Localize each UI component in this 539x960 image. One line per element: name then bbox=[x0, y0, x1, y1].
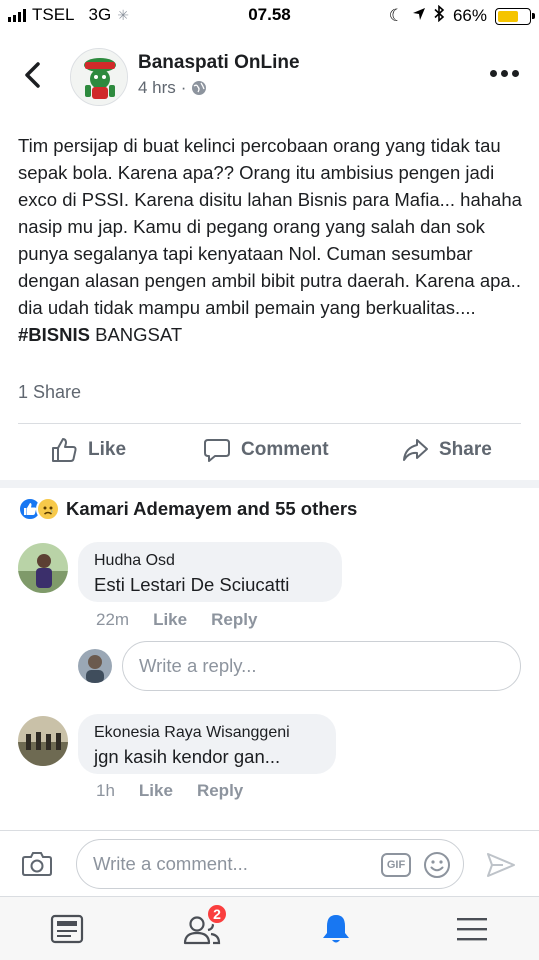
commenter-avatar[interactable] bbox=[18, 543, 68, 593]
share-arrow-icon bbox=[403, 439, 428, 461]
comment-placeholder: Write a comment... bbox=[93, 853, 248, 874]
reply-input[interactable]: Write a reply... bbox=[122, 641, 521, 691]
page-name[interactable]: Banaspati OnLine bbox=[138, 52, 300, 74]
post-meta: 4 hrs · bbox=[138, 78, 207, 98]
comment-text: Esti Lestari De Sciucatti bbox=[94, 574, 290, 595]
camera-icon[interactable] bbox=[22, 851, 52, 877]
commenter-avatar[interactable] bbox=[18, 716, 68, 766]
bluetooth-icon bbox=[434, 4, 445, 27]
section-separator bbox=[0, 480, 539, 488]
like-label: Like bbox=[88, 439, 127, 460]
hamburger-menu-icon bbox=[457, 918, 487, 941]
battery-level-fill bbox=[498, 10, 518, 22]
comment-time: 22m bbox=[96, 610, 130, 629]
post-time[interactable]: 4 hrs bbox=[138, 78, 176, 98]
share-count[interactable]: 1 Share bbox=[18, 382, 81, 403]
tab-notifications[interactable] bbox=[316, 911, 356, 947]
comment-label: Comment bbox=[241, 439, 329, 460]
bottom-tab-bar: 2 bbox=[0, 896, 539, 960]
share-button[interactable]: Share bbox=[401, 436, 492, 464]
more-options-icon[interactable] bbox=[490, 70, 519, 77]
post-actions: Like Comment Share bbox=[0, 432, 539, 474]
thumbs-up-icon bbox=[52, 438, 77, 462]
hashtag-link[interactable]: #BISNIS bbox=[18, 324, 90, 345]
comment-composer: Write a comment... GIF bbox=[0, 830, 539, 896]
tab-friend-requests[interactable]: 2 bbox=[182, 903, 228, 947]
post-body: Tim persijap di buat kelinci percobaan o… bbox=[18, 132, 523, 348]
share-label: Share bbox=[439, 439, 492, 460]
page-avatar[interactable] bbox=[70, 48, 128, 106]
bell-icon bbox=[323, 915, 349, 943]
tab-news-feed[interactable] bbox=[47, 911, 87, 947]
comment-reply-button[interactable]: Reply bbox=[211, 610, 257, 630]
comment-text: jgn kasih kendor gan... bbox=[94, 746, 281, 767]
meta-separator: · bbox=[180, 78, 187, 97]
comment-actions: 1h Like Reply bbox=[96, 781, 243, 801]
battery-percent: 66% bbox=[452, 6, 487, 25]
comment-button[interactable]: Comment bbox=[203, 436, 329, 464]
location-arrow-icon bbox=[412, 6, 426, 26]
sad-reaction-icon bbox=[36, 497, 60, 521]
post-body-text: Tim persijap di buat kelinci percobaan o… bbox=[18, 135, 522, 318]
comment-author[interactable]: Hudha Osd bbox=[94, 552, 326, 570]
comment-actions: 22m Like Reply bbox=[96, 610, 257, 630]
moon-icon: ☾ bbox=[388, 6, 404, 25]
divider bbox=[18, 423, 521, 424]
post-header: Banaspati OnLine 4 hrs · bbox=[0, 40, 539, 120]
emoji-icon[interactable] bbox=[423, 851, 451, 879]
battery-icon bbox=[495, 7, 535, 25]
friend-requests-badge: 2 bbox=[206, 903, 228, 925]
comment-bubble-icon bbox=[204, 439, 230, 462]
comment-like-button[interactable]: Like bbox=[153, 610, 187, 630]
comment-reply-button[interactable]: Reply bbox=[197, 781, 243, 801]
mascot-logo bbox=[71, 49, 127, 105]
user-avatar bbox=[78, 649, 112, 683]
comment-author[interactable]: Ekonesia Raya Wisanggeni bbox=[94, 724, 320, 742]
gif-button[interactable]: GIF bbox=[381, 853, 411, 877]
tab-menu[interactable] bbox=[452, 911, 492, 947]
like-button[interactable]: Like bbox=[50, 436, 126, 464]
post-body-end: BANGSAT bbox=[89, 324, 183, 345]
news-feed-icon bbox=[50, 914, 84, 944]
comment-like-button[interactable]: Like bbox=[139, 781, 173, 801]
reactions-summary[interactable]: Kamari Ademayem and 55 others bbox=[18, 497, 357, 521]
comment-bubble[interactable]: Hudha Osd Esti Lestari De Sciucatti bbox=[78, 542, 342, 602]
status-bar: TSEL 3G ✳ 07.58 ☾ 66% bbox=[0, 0, 539, 32]
globe-icon bbox=[192, 81, 207, 95]
back-arrow-icon[interactable] bbox=[18, 60, 48, 90]
send-icon[interactable] bbox=[486, 851, 516, 879]
comment-bubble[interactable]: Ekonesia Raya Wisanggeni jgn kasih kendo… bbox=[78, 714, 336, 774]
reactions-text: Kamari Ademayem and 55 others bbox=[66, 498, 358, 519]
comment-time: 1h bbox=[96, 781, 115, 800]
comment-input[interactable]: Write a comment... GIF bbox=[76, 839, 464, 889]
reply-placeholder: Write a reply... bbox=[139, 655, 257, 676]
